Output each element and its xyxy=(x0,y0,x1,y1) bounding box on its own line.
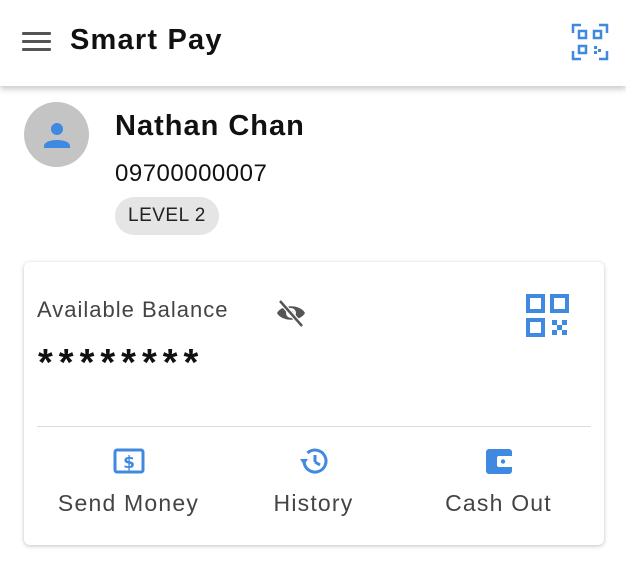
person-icon xyxy=(44,123,70,148)
profile-section: Nathan Chan 09700000007 LEVEL 2 xyxy=(0,86,626,256)
history-label: History xyxy=(273,490,354,516)
dollar-note-icon: $ xyxy=(113,448,145,474)
cash-out-label: Cash Out xyxy=(445,490,552,516)
user-name: Nathan Chan xyxy=(115,110,305,142)
balance-label: Available Balance xyxy=(37,297,229,322)
qr-code-icon xyxy=(526,294,569,337)
balance-card: Available Balance ******** $ Send Money … xyxy=(24,262,604,545)
app-title: Smart Pay xyxy=(70,24,223,56)
eye-off-icon xyxy=(277,299,305,328)
user-phone: 09700000007 xyxy=(115,160,268,187)
history-icon xyxy=(300,448,328,474)
send-money-label: Send Money xyxy=(57,490,200,516)
hamburger-menu-icon xyxy=(22,32,51,35)
toggle-balance-visibility-button[interactable] xyxy=(274,296,308,330)
send-money-button[interactable]: $ Send Money xyxy=(36,440,221,530)
app-bar: Smart Pay xyxy=(0,0,626,86)
level-badge: LEVEL 2 xyxy=(115,197,219,235)
wallet-icon xyxy=(486,449,513,474)
avatar xyxy=(24,102,89,167)
svg-text:$: $ xyxy=(123,453,135,473)
my-qr-button[interactable] xyxy=(524,292,574,342)
cash-out-button[interactable]: Cash Out xyxy=(406,440,591,530)
menu-button[interactable] xyxy=(20,28,54,56)
history-button[interactable]: History xyxy=(221,440,406,530)
balance-value: ******** xyxy=(38,342,205,384)
qr-scan-icon xyxy=(571,23,609,61)
divider xyxy=(37,426,591,427)
scan-qr-button[interactable] xyxy=(570,22,610,62)
